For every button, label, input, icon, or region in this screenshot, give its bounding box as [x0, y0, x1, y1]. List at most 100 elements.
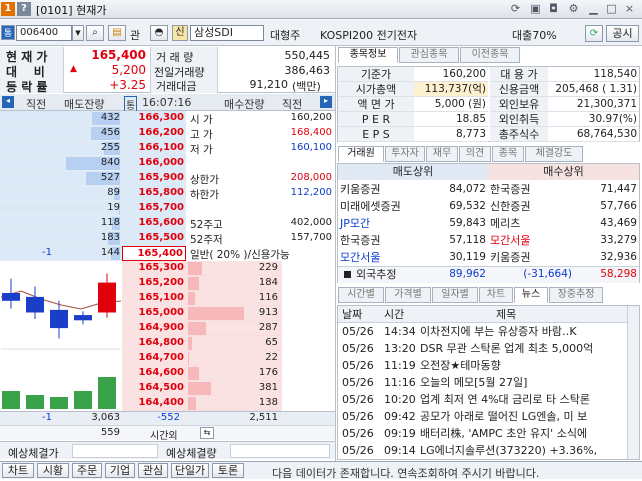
- notice-button[interactable]: 공시: [606, 25, 639, 42]
- bid-price[interactable]: 165,000: [122, 306, 186, 321]
- ask-row[interactable]: 118 165,600 52주고 402,000: [0, 216, 335, 231]
- news-title[interactable]: 이차전지에 부는 유상증자 바람‥K: [420, 323, 626, 340]
- bid-price[interactable]: 165,200: [122, 276, 186, 291]
- close-icon[interactable]: ×: [622, 2, 637, 16]
- search-icon[interactable]: ⌕: [86, 25, 104, 41]
- tab-broker-2[interactable]: 재무: [426, 146, 458, 162]
- disk-icon[interactable]: ◓: [150, 25, 168, 41]
- sell-broker-name[interactable]: 한국증권: [340, 232, 380, 249]
- news-title[interactable]: 오늘의 메모[5월 27일]: [420, 374, 626, 391]
- news-scrollbar[interactable]: [627, 306, 639, 459]
- news-title[interactable]: 오전장★테마동향: [420, 357, 626, 374]
- ask-row[interactable]: 183 165,500 52주저 157,700: [0, 231, 335, 246]
- ask-row[interactable]: -1 144 165,400 일반( 20% )/신용가능: [0, 246, 335, 261]
- ask-price[interactable]: 166,000: [122, 156, 186, 171]
- news-header-time: 시간: [384, 308, 405, 321]
- bid-price[interactable]: 164,900: [122, 321, 186, 336]
- sell-broker-name[interactable]: 미래에셋증권: [340, 198, 401, 215]
- scroll-right-icon[interactable]: ▸: [320, 96, 332, 108]
- stock-code-input[interactable]: 006400: [16, 25, 72, 41]
- ask-price[interactable]: 165,500: [122, 231, 186, 246]
- bottom-button-6[interactable]: 토론: [212, 463, 244, 478]
- buy-broker-name[interactable]: 한국증권: [490, 181, 530, 198]
- ask-price[interactable]: 166,100: [122, 141, 186, 156]
- code-dropdown-button[interactable]: ▼: [72, 25, 84, 41]
- settings-icon[interactable]: ⚙: [566, 2, 581, 16]
- camera-icon[interactable]: ◘: [546, 2, 561, 16]
- tab-broker-5[interactable]: 체결강도: [525, 146, 583, 162]
- ask-price[interactable]: 166,200: [122, 126, 186, 141]
- buy-broker-name[interactable]: 메리츠: [490, 215, 520, 232]
- news-time: 11:19: [384, 359, 416, 372]
- bottom-button-0[interactable]: 차트: [2, 463, 34, 478]
- sell-broker-name[interactable]: 키움증권: [340, 181, 380, 198]
- bottom-button-2[interactable]: 주문: [72, 463, 102, 478]
- buy-broker-name[interactable]: 신한증권: [490, 198, 530, 215]
- ask-price[interactable]: 165,800: [122, 186, 186, 201]
- broker-table: 매도상위 매수상위 키움증권 84,072 한국증권 71,447 미래에셋증권 69,532…: [337, 163, 640, 283]
- market-toggle-button[interactable]: 통: [1, 25, 15, 40]
- help-icon[interactable]: ?: [17, 2, 31, 16]
- bid-price[interactable]: 164,400: [122, 396, 186, 411]
- tab-news-4[interactable]: 뉴스: [514, 287, 548, 303]
- tab-broker-0[interactable]: 거래원: [338, 146, 384, 162]
- lock-icon[interactable]: ▣: [528, 2, 543, 16]
- link-icon[interactable]: ⟳: [508, 2, 523, 16]
- tab-broker-4[interactable]: 종목: [492, 146, 524, 162]
- info-label: 외인보유: [490, 97, 548, 112]
- tab-broker-1[interactable]: 투자자: [385, 146, 425, 162]
- tab-info-1[interactable]: 관심종목: [399, 47, 459, 63]
- minimize-icon[interactable]: ▁: [586, 2, 601, 16]
- refresh-icon[interactable]: ⟳: [585, 25, 603, 42]
- folder-icon[interactable]: ▤: [108, 25, 126, 41]
- ask-price[interactable]: 166,300: [122, 111, 186, 126]
- scroll-left-icon[interactable]: ◂: [2, 96, 14, 108]
- bid-price[interactable]: 164,600: [122, 366, 186, 381]
- ask-row[interactable]: 527 165,900 상한가 208,000: [0, 171, 335, 186]
- ask-row[interactable]: 432 166,300 시 가 160,200: [0, 111, 335, 126]
- bid-price[interactable]: 164,800: [122, 336, 186, 351]
- ask-price[interactable]: 165,600: [122, 216, 186, 231]
- news-title[interactable]: 공모가 아래로 떨어진 LG엔솔, 미 보: [420, 408, 626, 425]
- news-title[interactable]: 배터리株, 'AMPC 초안 유지' 소식에: [420, 425, 626, 442]
- tab-news-0[interactable]: 시간별: [338, 287, 384, 303]
- ask-price[interactable]: 165,700: [122, 201, 186, 216]
- tab-broker-3[interactable]: 의견: [459, 146, 491, 162]
- buy-broker-name[interactable]: 모간서울: [490, 232, 530, 249]
- buy-broker-name[interactable]: 키움증권: [490, 249, 530, 266]
- bid-price[interactable]: 164,700: [122, 351, 186, 366]
- tab-news-5[interactable]: 장중추정: [549, 287, 603, 303]
- ask-row[interactable]: 255 166,100 저 가 160,100: [0, 141, 335, 156]
- bid-price[interactable]: 165,300: [122, 261, 186, 276]
- tab-news-1[interactable]: 가격별: [385, 287, 431, 303]
- bottom-button-5[interactable]: 단일가: [171, 463, 209, 478]
- ask-price[interactable]: 165,900: [122, 171, 186, 186]
- tab-info-2[interactable]: 이전종목: [460, 47, 520, 63]
- bottom-button-1[interactable]: 시황: [37, 463, 69, 478]
- bid-price[interactable]: 164,500: [122, 381, 186, 396]
- bid-qty: 65: [265, 337, 278, 348]
- news-title[interactable]: LG에너지솔루션(373220) +3.36%,: [420, 442, 626, 459]
- ask-row[interactable]: 89 165,800 하한가 112,200: [0, 186, 335, 201]
- bid-qty-bar: [188, 352, 189, 365]
- ask-price[interactable]: 165,400: [122, 246, 186, 261]
- news-title[interactable]: 업계 최저 연 4%대 금리로 타 스탁론: [420, 391, 626, 408]
- sell-broker-name[interactable]: JP모간: [340, 215, 370, 232]
- maximize-icon[interactable]: □: [604, 2, 619, 16]
- bottom-button-4[interactable]: 관심: [138, 463, 168, 478]
- ask-row[interactable]: 840 166,000: [0, 156, 335, 171]
- stock-name-field[interactable]: 삼성SDI: [190, 25, 264, 41]
- bottom-button-3[interactable]: 기업: [105, 463, 135, 478]
- news-title[interactable]: DSR 무관 스탁론 업계 최초 5,000억: [420, 340, 626, 357]
- tab-news-2[interactable]: 일자별: [432, 287, 478, 303]
- tab-news-3[interactable]: 차트: [479, 287, 513, 303]
- info-value: 205,468 ( 1.31): [548, 82, 639, 97]
- ask-row[interactable]: 456 166,200 고 가 168,400: [0, 126, 335, 141]
- ask-row[interactable]: 19 165,700: [0, 201, 335, 216]
- bid-price[interactable]: 165,100: [122, 291, 186, 306]
- bid-qty-bar: [188, 277, 199, 290]
- info-label: 대 용 가: [490, 67, 548, 82]
- after-hours-button[interactable]: ⇆: [200, 427, 214, 439]
- tab-info-0[interactable]: 종목정보: [338, 47, 398, 63]
- sell-broker-name[interactable]: 모간서울: [340, 249, 380, 266]
